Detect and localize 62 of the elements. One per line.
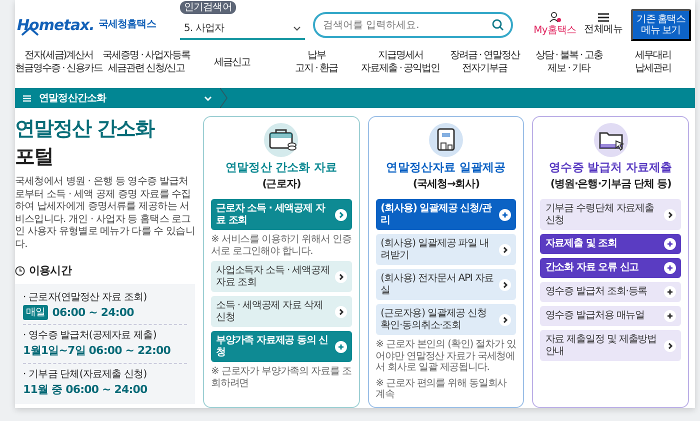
logo-name[interactable]: 국세청홈택스 — [98, 17, 156, 32]
hours-time: 1월1일~7일 06:00 ~ 22:00 — [23, 343, 171, 359]
hours-label: · 근로자(연말정산 자료 조회) — [23, 290, 148, 304]
nav-menu-item[interactable]: 세무대리 납세관리 — [610, 49, 695, 75]
nav-menu-item[interactable]: 세금신고 — [190, 56, 274, 68]
service-button[interactable]: 사업소득자 소득 · 세액공제 자료 조회 — [211, 261, 352, 292]
clock-icon — [15, 266, 25, 276]
chevron-down-icon — [292, 26, 301, 30]
hours-label: · 기부금 단체(자료제출 신청) — [23, 368, 148, 382]
portal-title: 포털 — [15, 144, 54, 168]
chevron-down-icon[interactable] — [204, 96, 212, 100]
notice-text: ※ 근로자가 부양가족의 자료를 조회하려면 — [211, 366, 352, 389]
daily-badge: 매일 — [23, 305, 48, 320]
hours-time: 06:00 ~ 24:00 — [52, 304, 134, 320]
service-button[interactable]: 부양가족 자료제공 동의 신청 — [211, 331, 352, 362]
service-button[interactable]: 자료제출 및 조회 — [540, 234, 682, 254]
card-subtitle: (근로자) — [261, 178, 302, 191]
my-hometax-link[interactable]: My홈택스 — [534, 23, 576, 38]
hours-time: 11월 중 06:00 ~ 24:00 — [23, 382, 148, 398]
building-icon — [429, 123, 463, 157]
folder-icon — [594, 123, 628, 157]
nav-menu-item[interactable]: 납부 고지 · 환급 — [274, 49, 358, 75]
notice-text: ※ 서비스를 이용하기 위해서 인증서로 로그인해야 합니다. — [211, 234, 352, 257]
menu-icon — [23, 94, 31, 102]
briefcase-icon — [264, 123, 298, 157]
search-icon[interactable] — [492, 19, 504, 31]
service-button[interactable]: 근로자 소득 · 세액공제 자료 조회 — [211, 199, 352, 230]
hours-title: 이용시간 — [29, 263, 72, 279]
service-button[interactable]: 기부금 수령단체 자료제출 신청 — [540, 199, 682, 230]
search-field[interactable]: 검색어를 입력하세요. — [312, 12, 513, 38]
card-subtitle: (국세청→회사) — [412, 178, 480, 191]
service-button[interactable]: 소득 · 세액공제 자료 삭제 신청 — [211, 296, 352, 327]
user-icon — [548, 12, 561, 23]
nav-menu-item[interactable]: 전자(세금)계산서 현금영수증 · 신용카드 — [15, 49, 103, 75]
service-button[interactable]: 자료 제출일정 및 제출방법 안내 — [540, 330, 682, 361]
card-title: 연말정산자료 일괄제공 — [385, 161, 507, 174]
popular-search-select[interactable]: 5. 사업자 — [180, 18, 305, 40]
all-menu-link[interactable]: 전체메뉴 — [584, 22, 623, 37]
service-button[interactable]: 영수증 발급처용 매뉴얼 — [540, 306, 682, 326]
portal-description: 국세청에서 병원 · 은행 등 영수증 발급처로부터 소득 · 세액 공제 증명 자료를 수집하여 납세자에게 증명서류를 제공하는 서비스입니다. 개인 · 사업자 등 홈택스 로그인 사용자 유형별로 메뉴가 다를 수 있습니다. — [15, 176, 195, 251]
card-subtitle: (병원·은행·기부금 단체 등) — [549, 178, 672, 191]
nav-menu-item[interactable]: 장려금 · 연말정산 전자기부금 — [442, 49, 527, 75]
portal-title: 연말정산 간소화 — [15, 116, 156, 140]
nav-menu-item[interactable]: 지급명세서 자료제출 · 공익법인 — [358, 49, 443, 75]
notice-text: ※ 근로자 본인의 (확인) 절차가 있어야만 연말정산 자료가 국세청에서 회사로 일괄 제공됩니다. — [376, 339, 516, 374]
service-button[interactable]: (근로자용) 일괄제공 신청확인·동의취소·조회 — [376, 304, 516, 335]
logo-text[interactable]: Hometax. — [17, 14, 94, 36]
breadcrumb-menu[interactable]: 연말정산간소화 — [39, 90, 106, 106]
card-title: 연말정산 간소화 자료 — [224, 161, 338, 174]
notice-text: ※ 근로자 편의를 위해 동일회사 계속 — [376, 378, 508, 400]
popular-search-badge: 인기검색어 — [180, 1, 236, 14]
service-button[interactable]: (회사용) 일괄제공 신청/관리 — [376, 199, 516, 230]
card-title: 영수증 발급처 자료제출 — [548, 161, 674, 174]
service-button[interactable]: 간소화 자료 오류 신고 — [540, 258, 682, 278]
legacy-menu-button[interactable]: 기존 홈택스 메뉴 보기 — [630, 9, 691, 41]
hours-label: · 영수증 발급처(공제자료 제출) — [23, 329, 158, 343]
service-button[interactable]: (회사용) 전자문서 API 자료실 — [376, 269, 516, 300]
menu-icon — [598, 13, 609, 22]
nav-menu-item[interactable]: 상담 · 불복 · 고충 제보 · 기타 — [526, 49, 611, 75]
service-button[interactable]: (회사용) 일괄제공 파일 내려받기 — [376, 234, 516, 265]
nav-menu-item[interactable]: 국세증명 · 사업자등록 세금관련 신청/신고 — [102, 49, 190, 75]
service-button[interactable]: 영수증 발급처 조회·등록 — [540, 282, 682, 302]
